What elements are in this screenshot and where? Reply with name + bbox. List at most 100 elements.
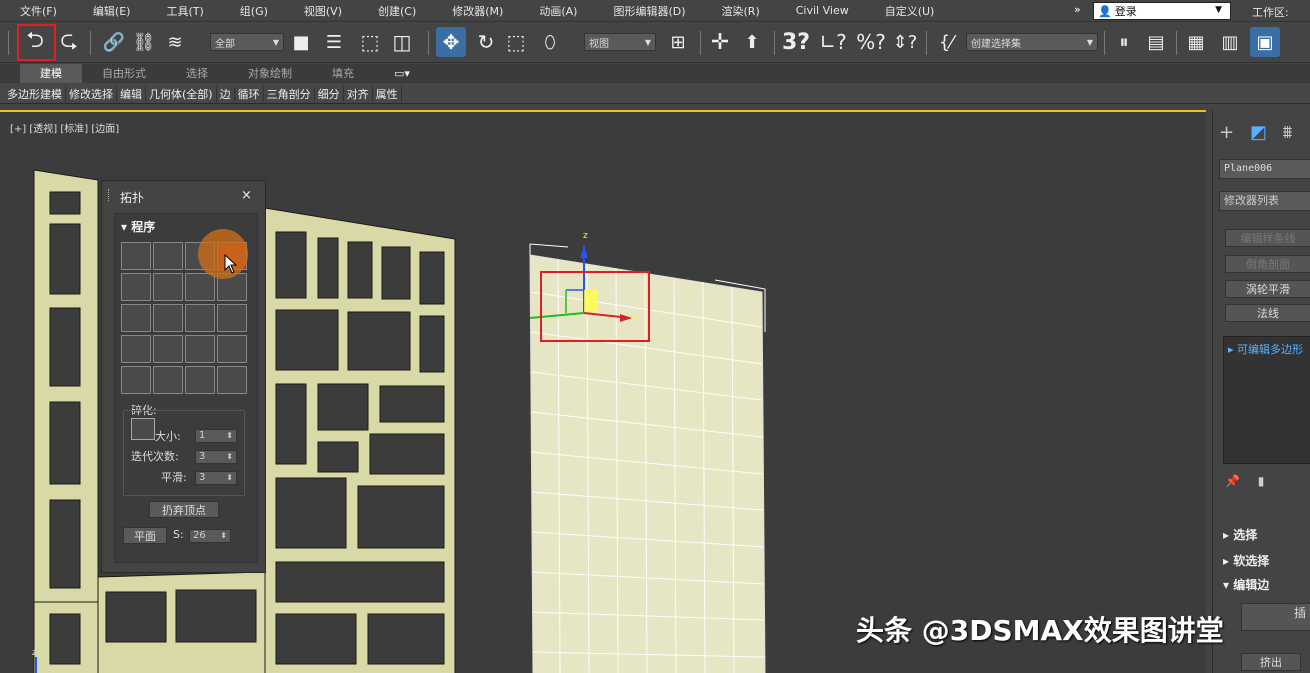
scene-explorer-icon[interactable]: ▦ <box>1182 27 1210 57</box>
select-by-name-icon[interactable]: ☰ <box>320 27 348 57</box>
panel-grip-icon[interactable] <box>108 189 110 201</box>
menu-graph-editors[interactable]: 图形编辑器(D) <box>593 3 701 19</box>
pivot-center-icon[interactable]: ⊞ <box>664 27 692 57</box>
ribbon-item-edges[interactable]: 边 <box>217 85 235 102</box>
pattern-step-icon[interactable] <box>153 366 183 394</box>
smooth-spinner[interactable]: 3 ⬍ <box>195 471 237 485</box>
redo-icon[interactable]: ⮎ <box>54 27 84 57</box>
bevel-profile-button[interactable]: 倒角剖面 <box>1225 255 1310 273</box>
pattern-lattice-icon[interactable] <box>185 366 215 394</box>
rollout-selection[interactable]: ▸ 选择 <box>1223 526 1257 543</box>
s-spinner[interactable]: 26 ⬍ <box>189 529 231 543</box>
rollout-edit-edges[interactable]: ▾ 编辑边 <box>1223 576 1269 593</box>
select-object-icon[interactable]: ■ <box>288 27 314 57</box>
menu-views[interactable]: 视图(V) <box>284 3 358 19</box>
pattern-crack-icon[interactable] <box>121 335 151 363</box>
selection-filter-dropdown[interactable]: 全部 ▼ <box>210 33 284 51</box>
pattern-maze-icon[interactable] <box>217 304 247 332</box>
iterations-spinner[interactable]: 3 ⬍ <box>195 450 237 464</box>
rect-selection-region-icon[interactable]: ⬚ <box>356 27 384 57</box>
tab-modeling[interactable]: 建模 <box>20 64 82 83</box>
edit-spline-button[interactable]: 编辑样条线 <box>1225 229 1310 247</box>
ribbon-item-properties[interactable]: 属性 <box>373 85 402 102</box>
link-icon[interactable]: 🔗 <box>100 27 128 57</box>
ribbon-item-align[interactable]: 对齐 <box>344 85 373 102</box>
snaps-toggle-icon[interactable]: 3? <box>782 27 810 57</box>
menu-rendering[interactable]: 渲染(R) <box>702 3 776 19</box>
pattern-mosaic-icon[interactable] <box>121 304 151 332</box>
spinner-arrows-icon[interactable]: ⬍ <box>226 430 233 442</box>
object-name-field[interactable]: Plane006 <box>1219 159 1310 179</box>
ribbon-item-geometry-all[interactable]: 几何体(全部) <box>146 85 217 102</box>
stack-item-editable-poly[interactable]: ▸ 可编辑多边形 <box>1228 341 1303 357</box>
ribbon-item-edit[interactable]: 编辑 <box>117 85 146 102</box>
pattern-stripe-icon[interactable] <box>217 366 247 394</box>
tab-object-paint[interactable]: 对象绘制 <box>228 64 312 83</box>
align-icon[interactable]: ▤ <box>1142 27 1170 57</box>
show-end-result-icon[interactable]: ▮ <box>1258 474 1265 488</box>
close-icon[interactable]: × <box>241 188 252 203</box>
select-and-rotate-icon[interactable]: ↻ <box>472 27 500 57</box>
spinner-snap-icon[interactable]: ⇕? <box>892 27 918 57</box>
bind-space-warp-icon[interactable]: ≋ <box>160 27 190 57</box>
tab-freeform[interactable]: 自由形式 <box>82 64 166 83</box>
pattern-tile-icon[interactable] <box>121 273 151 301</box>
ribbon-item-modify-selection[interactable]: 修改选择 <box>66 85 117 102</box>
menu-overflow-button[interactable]: » <box>1074 3 1081 16</box>
pattern-shard-icon[interactable] <box>185 335 215 363</box>
spinner-arrows-icon[interactable]: ⬍ <box>226 472 233 484</box>
spinner-arrows-icon[interactable]: ⬍ <box>220 530 227 542</box>
angle-snap-icon[interactable]: ∟? <box>818 27 848 57</box>
modify-tab-icon[interactable]: ◩ <box>1250 122 1267 143</box>
menu-group[interactable]: 组(G) <box>220 3 284 19</box>
menu-animation[interactable]: 动画(A) <box>519 3 593 19</box>
mirror-icon[interactable]: ⏸ <box>1110 27 1138 57</box>
select-and-scale-icon[interactable]: ⬚ <box>502 27 530 57</box>
menu-tools[interactable]: 工具(T) <box>146 3 219 19</box>
turbosmooth-button[interactable]: 涡轮平滑 <box>1225 280 1310 298</box>
normal-button[interactable]: 法线 <box>1225 304 1310 322</box>
named-selection-dropdown[interactable]: 创建选择集 ▼ <box>966 33 1098 51</box>
menu-customize[interactable]: 自定义(U) <box>865 3 951 19</box>
unlink-icon[interactable]: ⛓ <box>130 27 158 57</box>
percent-snap-icon[interactable]: %? <box>856 27 886 57</box>
discard-vertices-button[interactable]: 扔弃顶点 <box>149 501 219 518</box>
pattern-plank-icon[interactable] <box>121 366 151 394</box>
pattern-puzzle-icon[interactable] <box>217 335 247 363</box>
pattern-block-icon[interactable] <box>153 335 183 363</box>
tab-populate[interactable]: 填充 <box>312 64 374 83</box>
select-and-move-icon[interactable]: ✥ <box>436 27 466 57</box>
ribbon-item-tris[interactable]: 三角剖分 <box>264 85 315 102</box>
rollout-soft-selection[interactable]: ▸ 软选择 <box>1223 552 1269 569</box>
pattern-diagonal-icon[interactable] <box>185 273 215 301</box>
pattern-random-icon[interactable] <box>153 304 183 332</box>
edit-named-selections-icon[interactable]: {⁄ <box>932 27 960 57</box>
ribbon-item-loops[interactable]: 循环 <box>235 85 264 102</box>
reference-coord-dropdown[interactable]: 视图 ▼ <box>584 33 656 51</box>
size-spinner[interactable]: 1 ⬍ <box>195 429 237 443</box>
select-and-place-icon[interactable]: ⬯ <box>536 27 564 57</box>
menu-modifiers[interactable]: 修改器(M) <box>432 3 519 19</box>
modifier-list-dropdown[interactable]: 修改器列表 <box>1219 191 1310 211</box>
keyboard-shortcut-icon[interactable]: ⬆ <box>738 27 766 57</box>
plane-button[interactable]: 平面 <box>123 527 167 544</box>
extrude-button[interactable]: 挤出 <box>1241 653 1301 671</box>
procedural-section-header[interactable]: ▾ 程序 <box>121 218 155 235</box>
ribbon-item-poly-modeling[interactable]: 多边形建模 <box>4 85 66 102</box>
pin-stack-icon[interactable]: 📌 <box>1225 474 1240 488</box>
ribbon-options-icon[interactable]: ▭▾ <box>374 64 430 83</box>
window-crossing-icon[interactable]: ◫ <box>388 27 416 57</box>
pattern-brick-icon[interactable] <box>153 242 183 270</box>
menu-civil-view[interactable]: Civil View <box>776 4 865 17</box>
menu-create[interactable]: 创建(C) <box>358 3 432 19</box>
layer-explorer-icon[interactable]: ▥ <box>1216 27 1244 57</box>
pattern-weave-icon[interactable] <box>153 273 183 301</box>
menu-edit[interactable]: 编辑(E) <box>73 3 147 19</box>
hierarchy-tab-icon[interactable]: ⩩ <box>1283 122 1293 143</box>
spinner-arrows-icon[interactable]: ⬍ <box>226 451 233 463</box>
insert-vertex-button[interactable]: 插 <box>1241 603 1310 631</box>
tab-selection[interactable]: 选择 <box>166 64 228 83</box>
login-dropdown[interactable]: 👤 登录 ▼ <box>1093 2 1231 20</box>
ribbon-item-subdivision[interactable]: 细分 <box>315 85 344 102</box>
create-tab-icon[interactable]: + <box>1219 122 1234 143</box>
